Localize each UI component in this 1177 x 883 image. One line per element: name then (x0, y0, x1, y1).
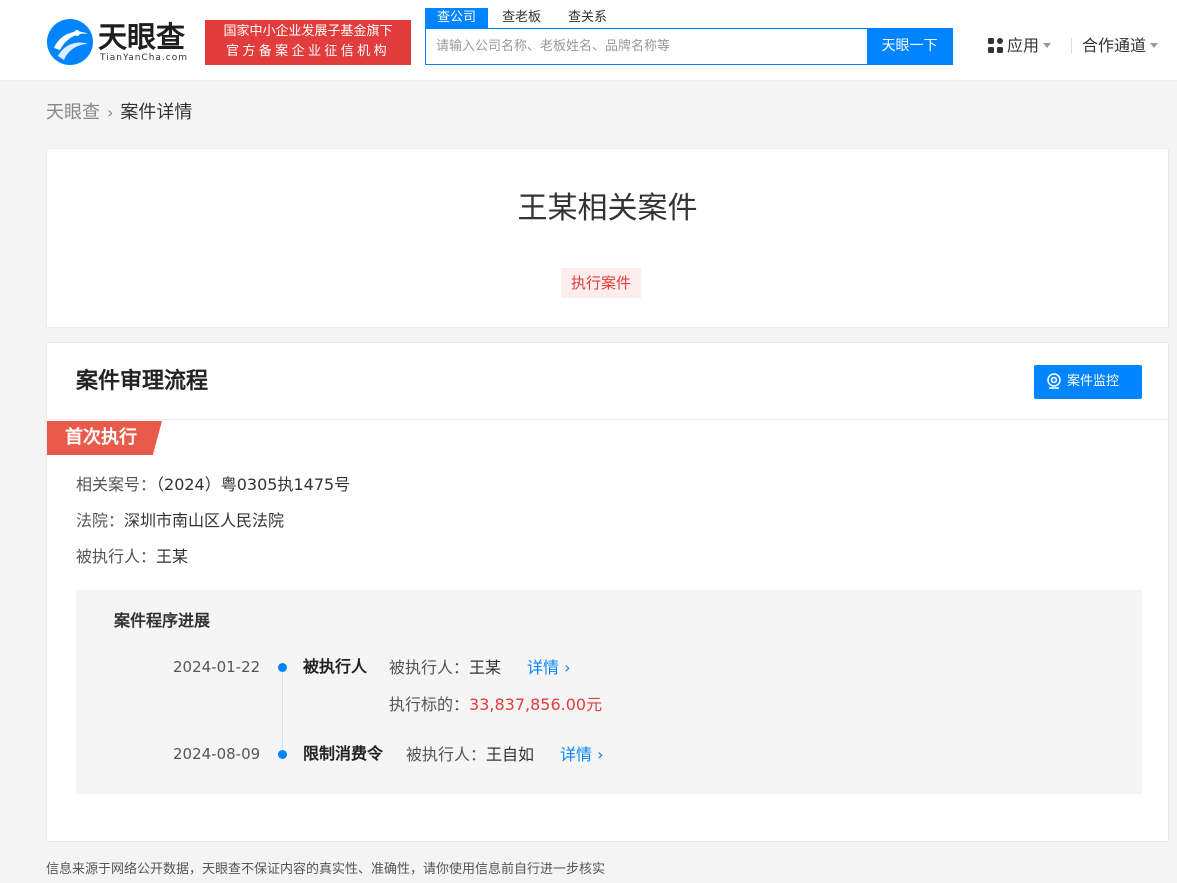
case-number-row: 相关案号：（2024）粤0305执1475号 (76, 474, 350, 496)
executed-person-label: 被执行人： (76, 547, 157, 566)
timeline-dot-icon (278, 663, 287, 672)
case-process-card: 案件审理流程 案件监控 首次执行 相关案号：（2024）粤0305执1475号 … (46, 342, 1169, 842)
eye-logo-icon (47, 19, 93, 65)
event-type: 限制消费令 (303, 744, 384, 763)
caret-down-icon (1043, 43, 1052, 48)
case-title-card: 王某相关案件 执行案件 (46, 148, 1169, 328)
nav-partner-label: 合作通道 (1082, 36, 1147, 55)
stage-ribbon: 首次执行 (47, 421, 162, 455)
executed-person-value: 王某 (156, 547, 189, 566)
event-date: 2024-08-09 (173, 745, 261, 763)
page-title: 王某相关案件 (517, 191, 698, 226)
event-party-label: 被执行人： (389, 658, 470, 677)
monitor-camera-icon (1047, 373, 1061, 389)
disclaimer-note: 信息来源于网络公开数据，天眼查不保证内容的真实性、准确性，请你使用信息前自行进一… (46, 862, 606, 877)
event-detail-label: 详情 (560, 745, 593, 764)
chevron-right-icon: › (597, 745, 604, 764)
logo-text: 天眼查 (98, 20, 186, 54)
nav-app-label: 应用 (1007, 36, 1040, 55)
section-divider (47, 419, 1168, 420)
timeline-line (282, 666, 283, 754)
case-monitor-label: 案件监控 (1067, 374, 1120, 389)
tab-company[interactable]: 查公司 (425, 8, 489, 28)
nav-divider (1071, 38, 1072, 54)
apps-grid-icon (988, 38, 1003, 53)
section-title: 案件审理流程 (76, 369, 209, 394)
nav-partner-menu[interactable]: 合作通道 (1082, 34, 1159, 58)
progress-panel: 案件程序进展 2024-01-22 被执行人 被执行人：王某 详情 › 执行标的… (76, 590, 1142, 794)
case-type-tag: 执行案件 (561, 268, 642, 298)
badge-line-1: 国家中小企业发展子基金旗下 (223, 24, 393, 39)
court-label: 法院： (76, 511, 125, 530)
official-badge: 国家中小企业发展子基金旗下 官方备案企业征信机构 (205, 20, 411, 65)
chevron-right-icon: › (564, 658, 571, 677)
event-party-value: 王某 (469, 658, 502, 677)
breadcrumb-home[interactable]: 天眼查 (46, 102, 100, 123)
progress-title: 案件程序进展 (114, 611, 211, 630)
event-date: 2024-01-22 (173, 658, 261, 676)
case-number-label: 相关案号： (76, 475, 157, 494)
search-input[interactable] (426, 29, 866, 64)
event-detail-link[interactable]: 详情 › (527, 657, 571, 679)
caret-down-icon (1150, 43, 1159, 48)
event-type: 被执行人 (303, 657, 368, 676)
top-header: 天眼查 TianYanCha.com 国家中小企业发展子基金旗下 官方备案企业征… (0, 0, 1177, 81)
chevron-right-icon: › (107, 103, 114, 122)
event-detail-label: 详情 (527, 658, 560, 677)
court-row: 法院：深圳市南山区人民法院 (76, 510, 284, 532)
event-amount-value: 33,837,856.00元 (469, 695, 603, 714)
event-detail-link[interactable]: 详情 › (560, 744, 604, 766)
event-party-label: 被执行人： (406, 745, 487, 764)
event-party: 被执行人：王某 (389, 657, 501, 679)
breadcrumb-current: 案件详情 (120, 102, 193, 123)
court-value: 深圳市南山区人民法院 (124, 511, 285, 530)
logo-domain: TianYanCha.com (100, 53, 189, 63)
executed-person-row: 被执行人：王某 (76, 546, 188, 568)
search-button[interactable]: 天眼一下 (867, 29, 952, 64)
case-monitor-button[interactable]: 案件监控 (1034, 365, 1142, 399)
event-party-value: 王自如 (486, 745, 535, 764)
badge-line-2: 官方备案企业征信机构 (225, 44, 390, 59)
event-amount-label: 执行标的： (389, 695, 470, 714)
timeline-dot-icon (278, 750, 287, 759)
breadcrumb: 天眼查 › 案件详情 (46, 101, 192, 125)
tab-relation[interactable]: 查关系 (556, 8, 619, 28)
event-party: 被执行人：王自如 (406, 744, 534, 766)
event-amount: 执行标的：33,837,856.00元 (389, 694, 602, 716)
tab-boss[interactable]: 查老板 (490, 8, 553, 28)
case-number-value: （2024）粤0305执1475号 (156, 475, 351, 494)
search-box: 天眼一下 (425, 28, 953, 65)
tianyancha-logo[interactable]: 天眼查 TianYanCha.com (46, 18, 198, 66)
nav-app-menu[interactable]: 应用 (988, 34, 1052, 58)
